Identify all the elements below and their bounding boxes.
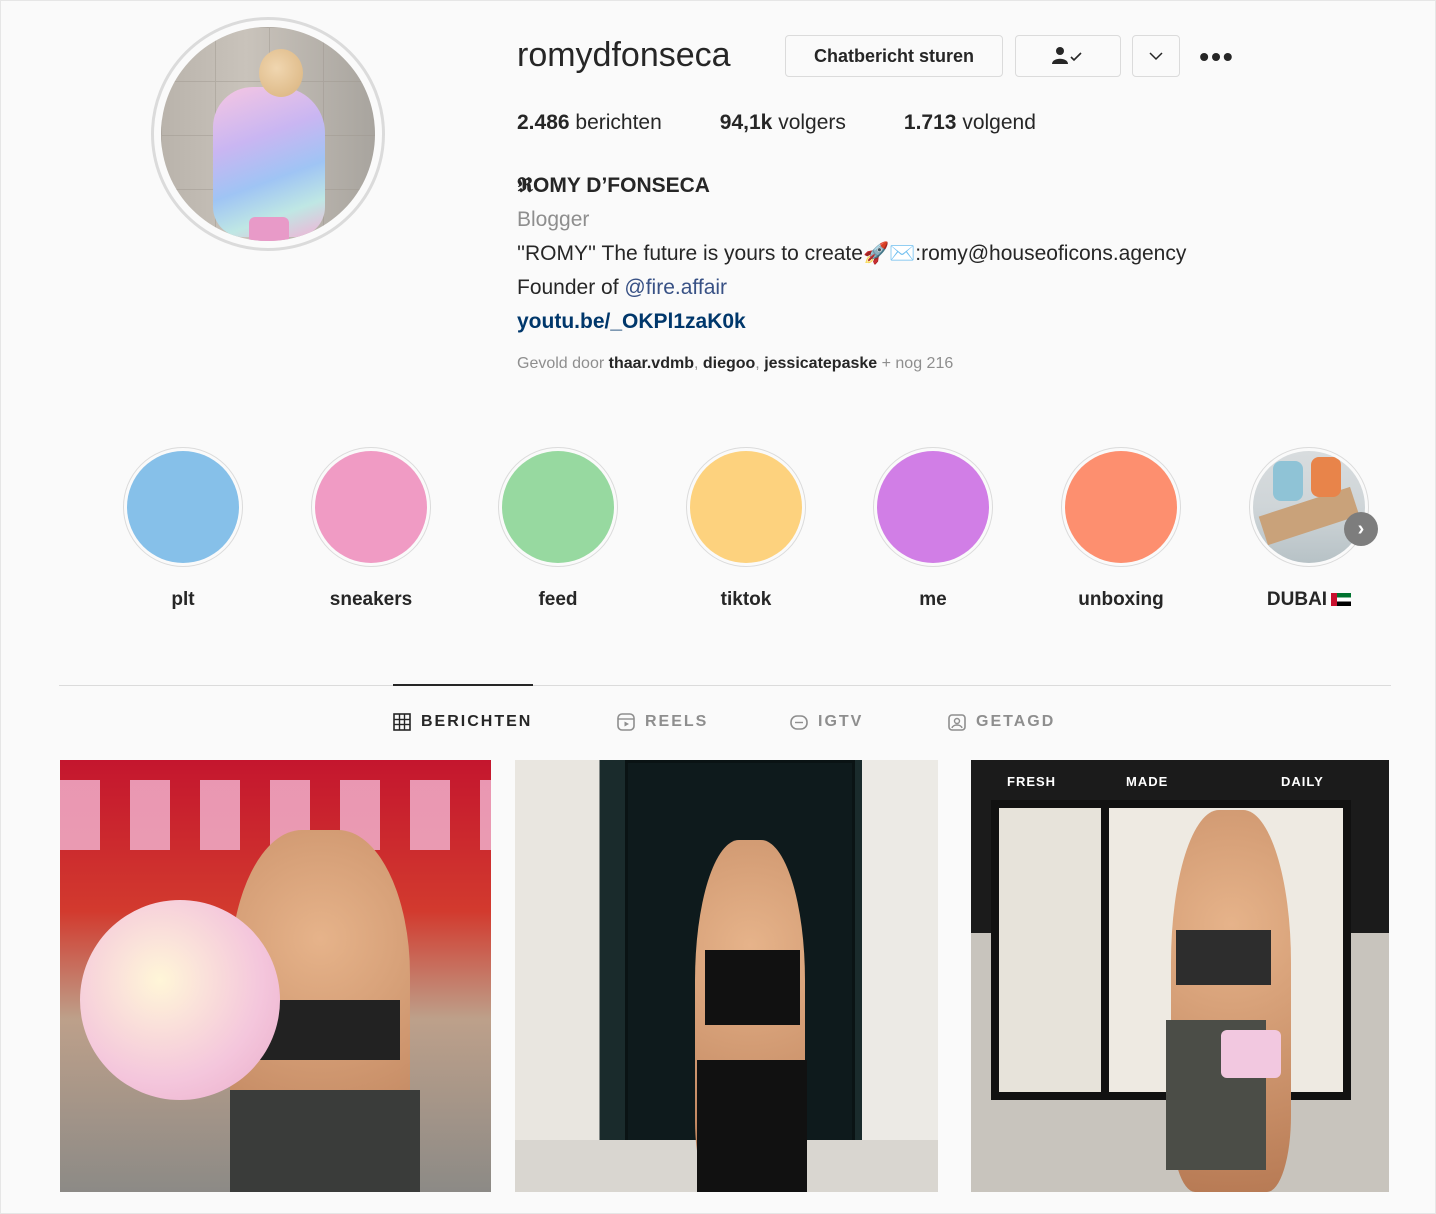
bio-founder: Founder of @fire.affair xyxy=(517,276,728,299)
mention-link[interactable]: @fire.affair xyxy=(624,276,727,299)
uae-flag-icon xyxy=(1331,593,1352,607)
profile-page: romydfonseca Chatbericht sturen ••• 2.48… xyxy=(0,0,1436,1214)
follower-name: thaar.vdmb xyxy=(608,355,694,372)
tab-posts[interactable]: BERICHTEN xyxy=(393,713,532,731)
followed-by[interactable]: Gevold door thaar.vdmb, diegoo, jessicat… xyxy=(517,355,953,373)
sign-text: FRESH xyxy=(1007,774,1057,789)
reels-icon xyxy=(617,713,635,731)
highlight-unboxing[interactable]: unboxing xyxy=(1061,447,1181,611)
highlight-cover xyxy=(690,451,802,563)
sign-text: MADE xyxy=(1126,774,1169,789)
profile-avatar[interactable] xyxy=(151,17,385,251)
username: romydfonseca xyxy=(517,36,731,74)
highlight-cover xyxy=(1065,451,1177,563)
external-link[interactable]: youtu.be/_OKPl1zaK0k xyxy=(517,305,1186,339)
highlight-cover xyxy=(1253,451,1365,563)
suggested-dropdown-button[interactable] xyxy=(1132,35,1180,77)
post-thumbnail[interactable] xyxy=(60,760,491,1192)
avatar-image xyxy=(161,27,375,241)
follower-name: diegoo xyxy=(702,355,756,372)
profile-bio: 𝕽OMY D’FONSECA Blogger ''ROMY'' The futu… xyxy=(517,169,1186,339)
more-icon: ••• xyxy=(1199,41,1235,72)
tab-tagged[interactable]: GETAGD xyxy=(948,713,1055,731)
grid-icon xyxy=(393,713,411,731)
profile-stats: 2.486 berichten 94,1k volgers 1.713 volg… xyxy=(517,111,1094,135)
highlight-cover xyxy=(127,451,239,563)
post-thumbnail[interactable]: FRESH MADE DAILY xyxy=(971,760,1389,1192)
highlight-tiktok[interactable]: tiktok xyxy=(686,447,806,611)
highlight-cover xyxy=(877,451,989,563)
post-thumbnail[interactable] xyxy=(515,760,938,1192)
active-tab-indicator xyxy=(393,684,533,686)
highlight-feed[interactable]: feed xyxy=(498,447,618,611)
following-count[interactable]: 1.713 volgend xyxy=(904,111,1036,135)
highlight-me[interactable]: me xyxy=(873,447,993,611)
highlight-plt[interactable]: plt xyxy=(123,447,243,611)
user-check-icon xyxy=(1052,47,1082,64)
highlight-cover xyxy=(502,451,614,563)
igtv-icon xyxy=(790,715,808,730)
category-label: Blogger xyxy=(517,208,590,231)
bio-text: ''ROMY'' The future is yours to create🚀✉… xyxy=(517,242,1187,265)
tabs-divider xyxy=(59,685,1391,686)
message-button[interactable]: Chatbericht sturen xyxy=(785,35,1003,77)
highlights-next-button[interactable]: › xyxy=(1344,512,1378,546)
more-options-button[interactable]: ••• xyxy=(1197,37,1237,77)
following-button[interactable] xyxy=(1015,35,1121,77)
chevron-right-icon: › xyxy=(1357,517,1365,540)
highlight-cover xyxy=(315,451,427,563)
full-name: 𝕽OMY D’FONSECA xyxy=(517,174,710,197)
highlight-sneakers[interactable]: sneakers xyxy=(311,447,431,611)
posts-count: 2.486 berichten xyxy=(517,111,662,134)
chevron-down-icon xyxy=(1149,52,1163,61)
tab-reels[interactable]: REELS xyxy=(617,713,708,731)
followers-count[interactable]: 94,1k volgers xyxy=(720,111,846,135)
tagged-icon xyxy=(948,714,966,731)
follower-name: jessicatepaske xyxy=(764,355,878,372)
tab-igtv[interactable]: IGTV xyxy=(790,713,863,731)
sign-text: DAILY xyxy=(1281,774,1324,789)
